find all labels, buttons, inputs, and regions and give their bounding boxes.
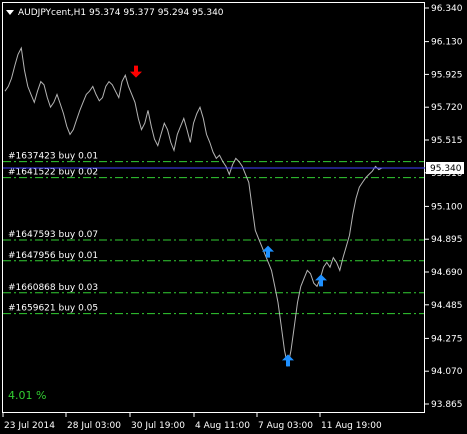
price-tick-label: 95.100: [431, 202, 463, 212]
price-tick-label: 93.865: [431, 400, 463, 410]
price-chart[interactable]: AUDJPYcent,H1 95.374 95.377 95.294 95.34…: [0, 0, 467, 434]
time-tick-label: 28 Jul 03:00: [67, 421, 121, 431]
current-price-box: 95.340: [426, 162, 464, 174]
price-tick-label: 94.070: [431, 367, 463, 377]
order-label: #1660868 buy 0.03: [8, 283, 98, 293]
current-price-label: 95.340: [430, 164, 462, 174]
order-label: #1647956 buy 0.01: [8, 251, 98, 261]
price-tick-label: 95.720: [431, 103, 463, 113]
price-tick-label: 95.925: [431, 70, 463, 80]
order-label: #1637423 buy 0.01: [8, 152, 98, 162]
order-label: #1647593 buy 0.07: [8, 230, 98, 240]
price-tick-label: 96.130: [431, 38, 463, 48]
price-tick-label: 94.275: [431, 334, 463, 344]
price-tick-label: 94.485: [431, 301, 463, 311]
time-tick-label: 23 Jul 2014: [4, 421, 55, 431]
symbol-title: AUDJPYcent,H1 95.374 95.377 95.294 95.34…: [18, 8, 224, 18]
price-tick-label: 95.515: [431, 136, 463, 146]
order-label: #1659621 buy 0.05: [8, 304, 98, 314]
chart-background: [0, 0, 467, 434]
price-tick-label: 94.690: [431, 268, 463, 278]
price-tick-label: 96.340: [431, 4, 463, 14]
time-tick-label: 11 Aug 19:00: [321, 421, 382, 431]
order-label: #1641522 buy 0.02: [8, 168, 98, 178]
time-tick-label: 4 Aug 11:00: [195, 421, 250, 431]
time-tick-label: 7 Aug 03:00: [258, 421, 313, 431]
price-tick-label: 94.895: [431, 235, 463, 245]
profit-percent-label: 4.01 %: [8, 389, 46, 402]
time-tick-label: 30 Jul 19:00: [131, 421, 185, 431]
